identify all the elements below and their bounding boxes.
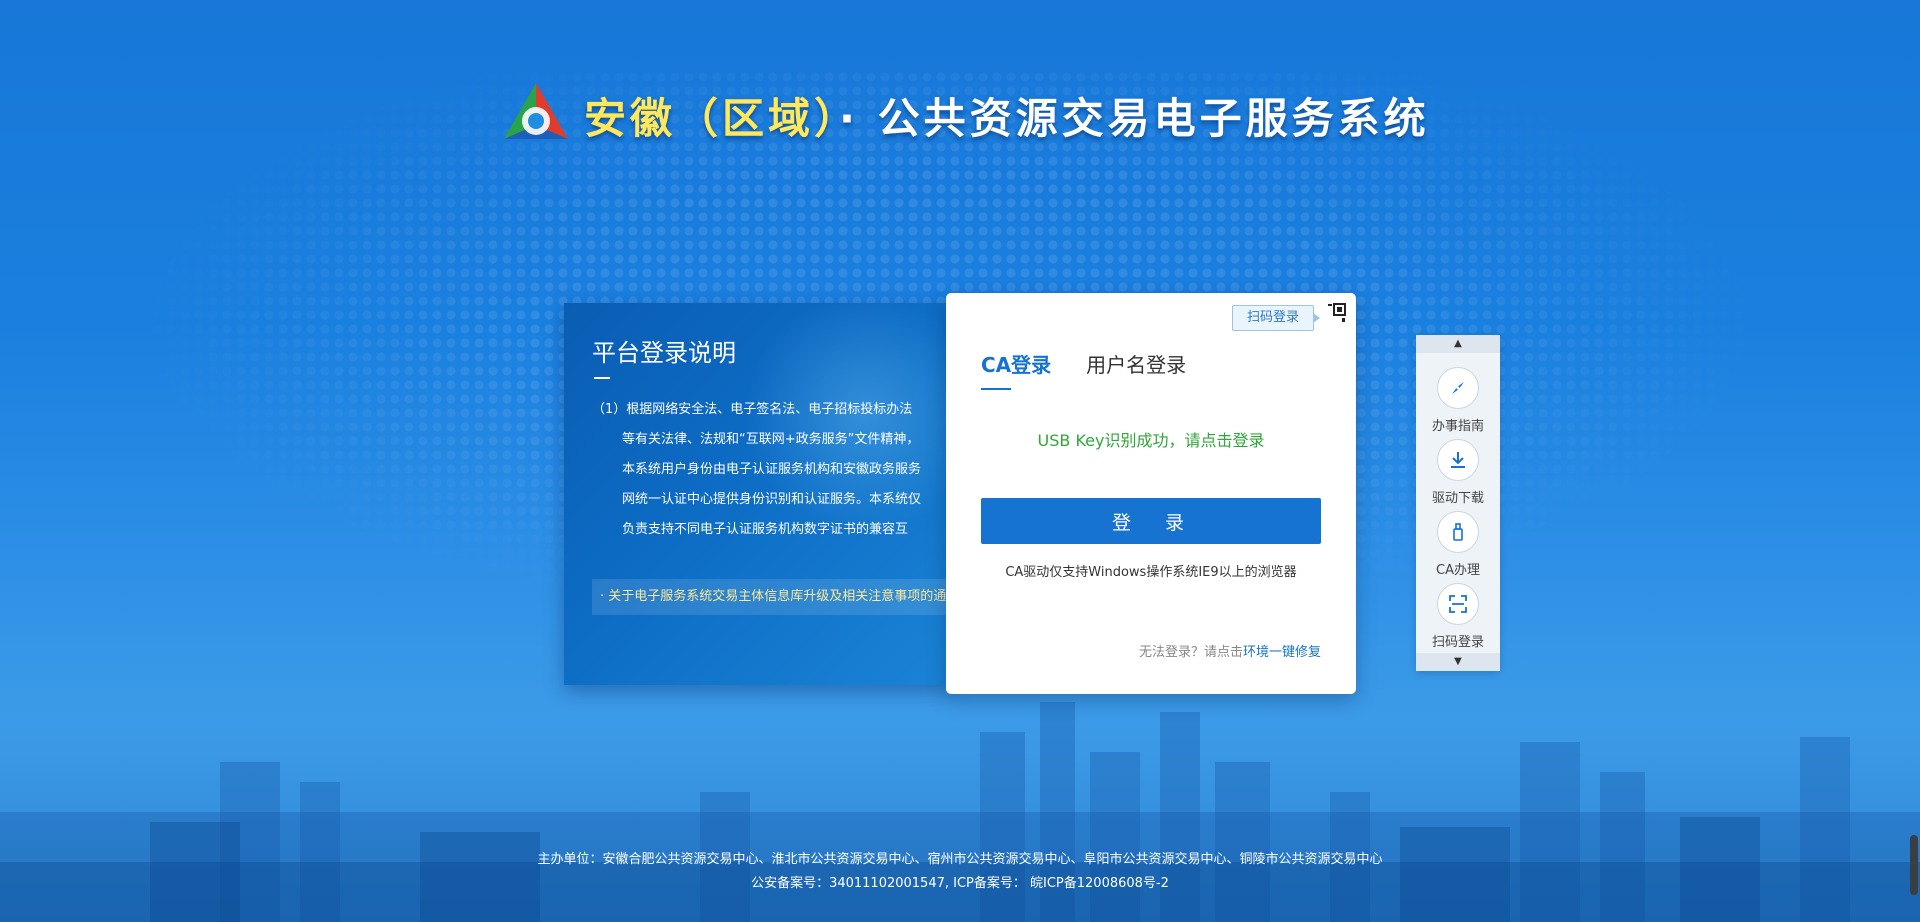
title-underline (594, 377, 610, 379)
page-scrollbar-thumb[interactable] (1910, 835, 1918, 895)
side-item-label: 办事指南 (1431, 419, 1484, 434)
side-item-label: 驱动下载 (1431, 491, 1484, 506)
info-paragraph: （1）根据网络安全法、电子签名法、电子招标投标办法等有关法律、法规和“互联网+政… (592, 402, 922, 537)
site-title-system: · 公共资源交易电子服务系统 (839, 93, 1430, 143)
compass-icon (1437, 367, 1479, 409)
side-item-scan-login[interactable]: 扫码登录 (1416, 583, 1500, 650)
info-panel-title: 平台登录说明 (592, 339, 736, 367)
scan-icon (1437, 583, 1479, 625)
tab-username-login[interactable]: 用户名登录 (1086, 349, 1186, 390)
usb-key-icon (1437, 511, 1479, 553)
scroll-up-button[interactable]: ▲ (1416, 335, 1500, 353)
qr-code-icon[interactable] (1324, 301, 1348, 325)
site-header: 安徽（区域）· 公共资源交易电子服务系统 (500, 80, 1430, 150)
usb-key-status: USB Key识别成功，请点击登录 (1037, 431, 1265, 450)
tab-ca-login[interactable]: CA登录 (981, 349, 1051, 390)
login-card: 扫码登录 CA登录 用户名登录 USB Key识别成功，请点击登录 登 录 CA… (946, 293, 1356, 694)
repair-prefix: 无法登录？请点击 (1138, 645, 1243, 660)
site-title-region: 安徽（区域） (584, 93, 840, 143)
notice-link[interactable]: · 关于电子服务系统交易主体信息库升级及相关注意事项的通 (592, 579, 954, 615)
info-panel-text: （1）根据网络安全法、电子签名法、电子招标投标办法等有关法律、法规和“互联网+政… (592, 395, 922, 545)
login-tabs: CA登录 用户名登录 (981, 349, 1221, 390)
repair-hint: 无法登录？请点击环境一键修复 (1139, 641, 1321, 660)
side-menu: ▲ 办事指南 驱动下载 CA办理 扫码登录 ▼ (1416, 335, 1500, 671)
footer-registration: 公安备案号：34011102001547, ICP备案号： 皖ICP备12008… (751, 876, 1169, 891)
site-title: 安徽（区域）· 公共资源交易电子服务系统 (584, 85, 1430, 146)
footer-organizers: 主办单位：安徽合肥公共资源交易中心、淮北市公共资源交易中心、宿州市公共资源交易中… (537, 852, 1383, 867)
side-item-guide[interactable]: 办事指南 (1416, 367, 1500, 434)
side-item-driver-download[interactable]: 驱动下载 (1416, 439, 1500, 506)
login-info-panel: 平台登录说明 （1）根据网络安全法、电子签名法、电子招标投标办法等有关法律、法规… (564, 303, 954, 685)
scroll-down-button[interactable]: ▼ (1416, 653, 1500, 671)
side-item-label: 扫码登录 (1431, 635, 1484, 650)
ca-driver-note: CA驱动仅支持Windows操作系统IE9以上的浏览器 (1005, 565, 1297, 580)
side-item-ca-apply[interactable]: CA办理 (1416, 511, 1500, 578)
site-footer: 主办单位：安徽合肥公共资源交易中心、淮北市公共资源交易中心、宿州市公共资源交易中… (0, 848, 1920, 896)
site-logo-icon (504, 83, 568, 139)
side-item-label: CA办理 (1436, 563, 1480, 578)
qr-login-tag[interactable]: 扫码登录 (1232, 305, 1321, 331)
login-button[interactable]: 登 录 (981, 498, 1321, 544)
download-icon (1437, 439, 1479, 481)
environment-repair-link[interactable]: 环境一键修复 (1243, 645, 1321, 660)
